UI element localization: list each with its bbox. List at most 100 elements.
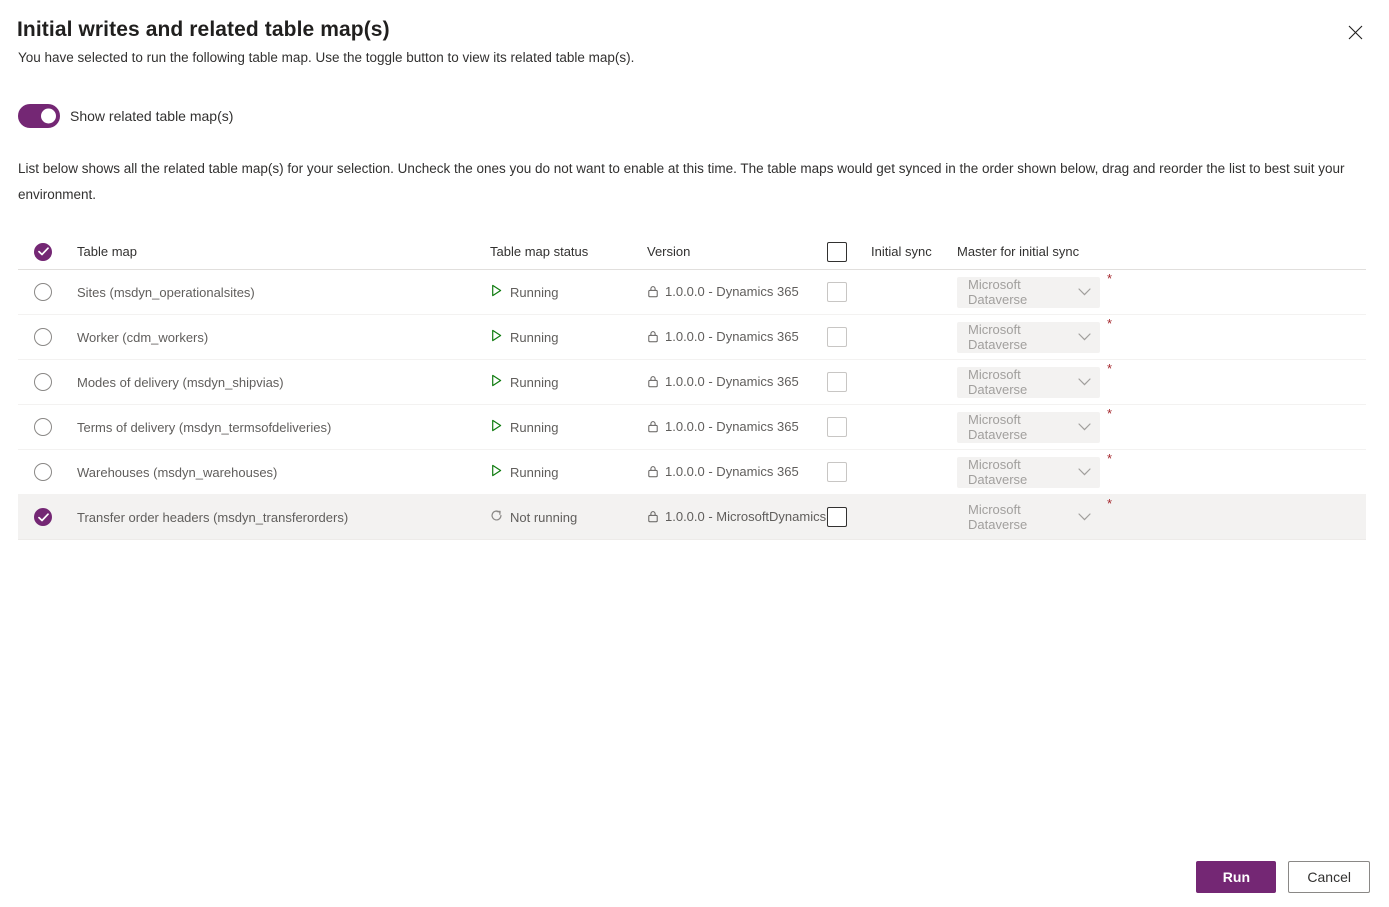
row-select-cell — [18, 418, 66, 436]
table-row[interactable]: Warehouses (msdyn_warehouses) Running 1.0.… — [18, 450, 1366, 495]
required-asterisk: * — [1106, 315, 1112, 331]
play-icon — [490, 329, 503, 345]
run-button[interactable]: Run — [1196, 861, 1277, 893]
master-dropdown-value: Microsoft Dataverse — [968, 412, 1028, 442]
chevron-down-icon — [1078, 333, 1091, 341]
row-table-map-name: Transfer order headers (msdyn_transferor… — [77, 509, 349, 525]
master-dropdown-value: Microsoft Dataverse — [968, 277, 1028, 307]
required-asterisk: * — [1106, 450, 1112, 466]
chevron-down-icon — [1078, 423, 1091, 431]
row-version-label: 1.0.0.0 - MicrosoftDynamics — [665, 508, 827, 524]
master-for-initial-sync-dropdown[interactable]: Microsoft Dataverse — [957, 321, 1100, 353]
row-version-cell: 1.0.0.0 - Dynamics 365 — [647, 373, 827, 392]
master-for-initial-sync-dropdown[interactable]: Microsoft Dataverse — [957, 276, 1100, 308]
row-select-circle[interactable] — [34, 463, 52, 481]
chevron-down-icon — [1078, 513, 1091, 521]
row-status-cell: Not running — [490, 509, 647, 525]
row-status-cell: Running — [490, 329, 647, 345]
row-status-label: Running — [510, 284, 559, 300]
required-asterisk: * — [1106, 360, 1112, 376]
initial-writes-dialog: Initial writes and related table map(s) … — [0, 0, 1389, 907]
row-status-label: Running — [510, 329, 559, 345]
play-icon — [490, 419, 503, 435]
row-initial-sync-checkbox[interactable] — [827, 372, 847, 392]
header-initial-sync-label: Initial sync — [871, 244, 932, 259]
row-select-cell — [18, 373, 66, 391]
row-master-cell: Microsoft Dataverse * — [957, 362, 1366, 398]
row-select-cell — [18, 508, 66, 526]
row-initial-sync-checkbox[interactable] — [827, 417, 847, 437]
select-all-circle[interactable] — [34, 242, 52, 261]
row-select-cell — [18, 328, 66, 346]
row-status-cell: Running — [490, 464, 647, 480]
table-maps-table: Table map Table map status Version Initi… — [18, 234, 1366, 540]
row-select-cell — [18, 283, 66, 301]
row-version-cell: 1.0.0.0 - Dynamics 365 — [647, 463, 827, 482]
row-status-label: Not running — [510, 509, 578, 525]
row-version-label: 1.0.0.0 - Dynamics 365 — [665, 283, 799, 299]
row-version-label: 1.0.0.0 - Dynamics 365 — [665, 418, 799, 434]
row-version-label: 1.0.0.0 - Dynamics 365 — [665, 463, 799, 479]
play-icon — [490, 284, 503, 300]
show-related-table-maps-toggle[interactable] — [18, 104, 60, 128]
master-dropdown-value: Microsoft Dataverse — [968, 367, 1028, 397]
row-version-cell: 1.0.0.0 - Dynamics 365 — [647, 328, 827, 347]
header-select-cell — [18, 242, 66, 261]
row-initial-sync-checkbox[interactable] — [827, 282, 847, 302]
dialog-footer: Run Cancel — [1196, 861, 1370, 893]
close-button[interactable] — [1339, 16, 1371, 48]
page-title: Initial writes and related table map(s) — [17, 18, 390, 41]
table-row[interactable]: Terms of delivery (msdyn_termsofdeliveri… — [18, 405, 1366, 450]
header-master-for-initial-sync: Master for initial sync — [957, 244, 1080, 259]
table-body: Sites (msdyn_operationalsites) Running 1.0… — [18, 270, 1366, 540]
row-table-map-name: Warehouses (msdyn_warehouses) — [77, 464, 278, 480]
header-version: Version — [647, 244, 691, 259]
required-asterisk: * — [1106, 495, 1112, 511]
chevron-down-icon — [1078, 468, 1091, 476]
row-select-circle[interactable] — [34, 508, 52, 526]
row-initial-sync-checkbox[interactable] — [827, 507, 847, 527]
table-row[interactable]: Sites (msdyn_operationalsites) Running 1.0… — [18, 270, 1366, 315]
header-table-map-status: Table map status — [490, 244, 589, 259]
toggle-knob — [41, 108, 56, 124]
row-table-map-name: Sites (msdyn_operationalsites) — [77, 284, 255, 300]
row-version-cell: 1.0.0.0 - MicrosoftDynamics — [647, 508, 827, 527]
row-status-cell: Running — [490, 419, 647, 435]
table-row[interactable]: Modes of delivery (msdyn_shipvias) Runnin… — [18, 360, 1366, 405]
table-header-row: Table map Table map status Version Initi… — [18, 234, 1366, 270]
row-initial-sync-cell — [827, 417, 957, 437]
row-select-circle[interactable] — [34, 373, 52, 391]
row-master-cell: Microsoft Dataverse * — [957, 272, 1366, 308]
row-version-label: 1.0.0.0 - Dynamics 365 — [665, 373, 799, 389]
cancel-button[interactable]: Cancel — [1288, 861, 1370, 893]
row-master-cell: Microsoft Dataverse * — [957, 452, 1366, 488]
header-initial-sync-cell: Initial sync — [827, 241, 957, 262]
table-row[interactable]: Transfer order headers (msdyn_transferor… — [18, 495, 1366, 540]
row-version-cell: 1.0.0.0 - Dynamics 365 — [647, 418, 827, 437]
master-for-initial-sync-dropdown[interactable]: Microsoft Dataverse — [957, 501, 1100, 533]
row-select-circle[interactable] — [34, 328, 52, 346]
row-version-label: 1.0.0.0 - Dynamics 365 — [665, 328, 799, 344]
lock-icon — [647, 463, 659, 482]
dialog-subtitle: You have selected to run the following t… — [18, 50, 635, 65]
required-asterisk: * — [1106, 405, 1112, 421]
row-initial-sync-cell — [827, 282, 957, 302]
row-version-cell: 1.0.0.0 - Dynamics 365 — [647, 283, 827, 302]
row-select-circle[interactable] — [34, 283, 52, 301]
play-icon — [490, 374, 503, 390]
master-dropdown-value: Microsoft Dataverse — [968, 322, 1028, 352]
pending-icon — [490, 509, 503, 525]
row-initial-sync-cell — [827, 327, 957, 347]
row-initial-sync-checkbox[interactable] — [827, 462, 847, 482]
lock-icon — [647, 373, 659, 392]
row-initial-sync-checkbox[interactable] — [827, 327, 847, 347]
lock-icon — [647, 328, 659, 347]
lock-icon — [647, 283, 659, 302]
master-for-initial-sync-dropdown[interactable]: Microsoft Dataverse — [957, 366, 1100, 398]
row-select-circle[interactable] — [34, 418, 52, 436]
select-all-initial-sync-checkbox[interactable] — [827, 241, 847, 262]
show-related-toggle-row: Show related table map(s) — [18, 104, 233, 128]
table-row[interactable]: Worker (cdm_workers) Running 1.0.0.0 - Dyn… — [18, 315, 1366, 360]
master-for-initial-sync-dropdown[interactable]: Microsoft Dataverse — [957, 456, 1100, 488]
master-for-initial-sync-dropdown[interactable]: Microsoft Dataverse — [957, 411, 1100, 443]
